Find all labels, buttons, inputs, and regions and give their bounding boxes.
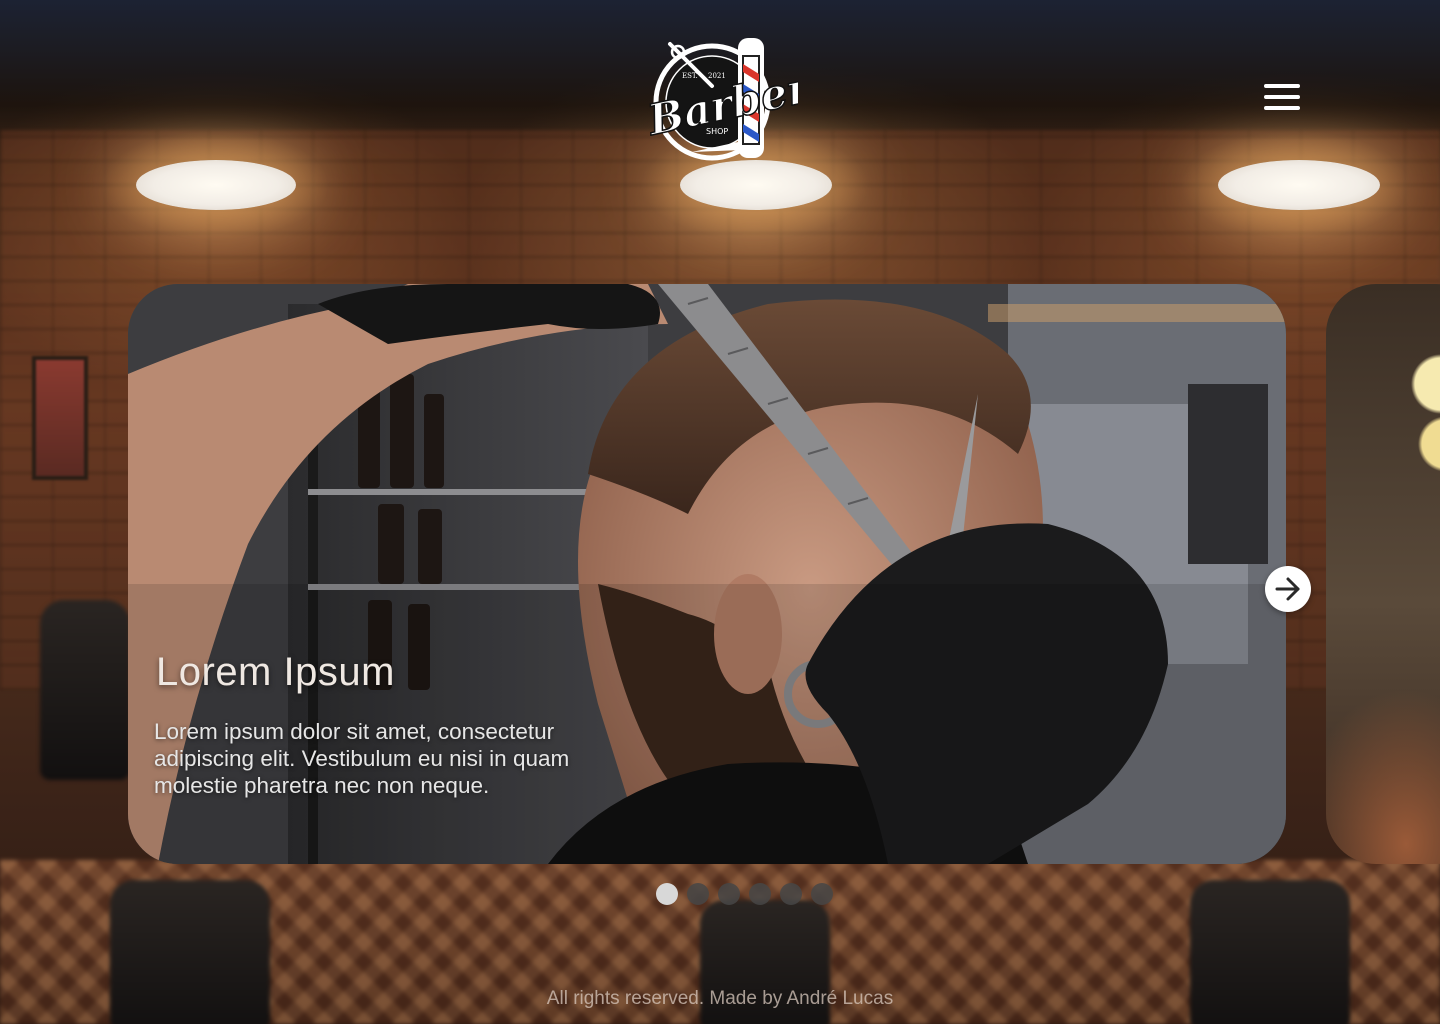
footer-credits: All rights reserved. Made by André Lucas — [546, 988, 894, 1009]
logo-est-text: EST. — [682, 72, 698, 80]
pagination-dot-4[interactable] — [749, 883, 771, 905]
logo-year-text: 2021 — [708, 72, 726, 80]
barber-shop-logo[interactable]: EST. 2021 Barber SHOP — [642, 30, 817, 170]
next-slide-preview[interactable] — [1326, 284, 1440, 864]
menu-bar — [1264, 106, 1300, 110]
wall-frame-decor — [32, 356, 88, 480]
pagination-dot-5[interactable] — [780, 883, 802, 905]
ceiling-lamp — [136, 160, 296, 210]
pagination-dot-2[interactable] — [687, 883, 709, 905]
next-slide-button[interactable] — [1265, 566, 1311, 612]
menu-bar — [1264, 95, 1300, 99]
pagination-dot-1[interactable] — [656, 883, 678, 905]
slider-pagination — [656, 883, 833, 905]
pagination-dot-6[interactable] — [811, 883, 833, 905]
menu-bar — [1264, 84, 1300, 88]
logo-subtext: SHOP — [706, 127, 728, 136]
barber-chair — [40, 600, 130, 780]
pagination-dot-3[interactable] — [718, 883, 740, 905]
slide-description: Lorem ipsum dolor sit amet, consectetur … — [154, 719, 570, 798]
arrow-right-icon — [1275, 577, 1300, 601]
hamburger-menu-icon[interactable] — [1262, 80, 1302, 114]
slide-title: Lorem Ipsum — [156, 650, 395, 694]
ceiling-lamp — [1218, 160, 1380, 210]
